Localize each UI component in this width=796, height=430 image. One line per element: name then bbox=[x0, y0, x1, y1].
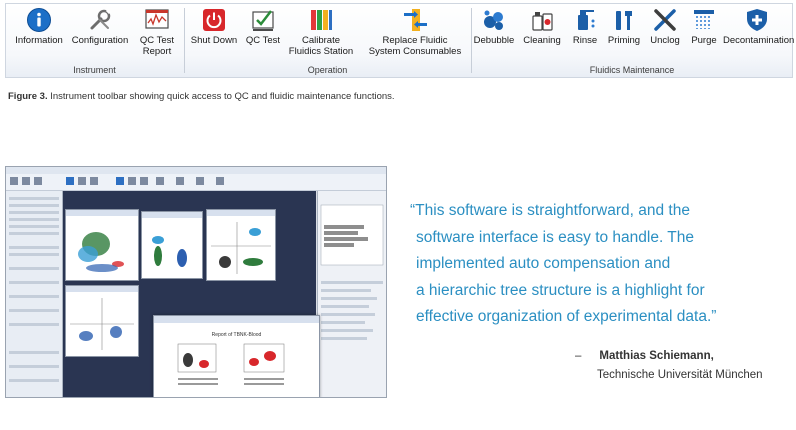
power-icon bbox=[203, 9, 225, 31]
calibrate-icon bbox=[311, 10, 332, 30]
plot-window bbox=[206, 209, 276, 281]
instrument-toolbar: Information Configuration QC Test Report… bbox=[5, 3, 795, 78]
info-icon bbox=[27, 8, 51, 32]
shut-down-label: Shut Down bbox=[190, 35, 238, 46]
replace-fluidic-label: Replace Fluidic System Consumables bbox=[368, 35, 462, 57]
screenshot-ribbon-icons bbox=[10, 177, 224, 185]
software-screenshot: Report of TBNK-Blood bbox=[5, 166, 387, 398]
calibrate-fluidics-station-button[interactable]: Calibrate Fluidics Station bbox=[285, 7, 357, 57]
purge-label: Purge bbox=[691, 35, 717, 46]
dot-plot bbox=[78, 232, 124, 272]
screenshot-ribbon bbox=[6, 174, 386, 191]
testimonial-quote: “This software is straightforward, and t… bbox=[410, 198, 790, 331]
cleaning-button[interactable]: Cleaning bbox=[520, 7, 564, 47]
rinse-label: Rinse bbox=[572, 35, 598, 46]
information-label: Information bbox=[15, 35, 63, 46]
cleaning-label: Cleaning bbox=[523, 35, 561, 46]
debubble-button[interactable]: Debubble bbox=[472, 7, 516, 47]
screenshot-right-panel-content bbox=[320, 204, 384, 340]
replace-fluidic-icon bbox=[404, 9, 427, 31]
configuration-button[interactable]: Configuration bbox=[69, 7, 131, 47]
wrench-icon bbox=[90, 8, 112, 30]
screenshot-left-panel-rows bbox=[9, 197, 59, 382]
debubble-icon bbox=[484, 10, 503, 30]
quote-line: effective organization of experimental d… bbox=[416, 308, 717, 325]
screenshot-left-panel bbox=[6, 191, 63, 397]
qc-test-icon bbox=[252, 10, 274, 31]
quote-line: software interface is easy to handle. Th… bbox=[416, 228, 695, 246]
shut-down-button[interactable]: Shut Down bbox=[188, 7, 240, 47]
priming-button[interactable]: Priming bbox=[604, 7, 644, 47]
report-window-titlebar bbox=[154, 316, 319, 323]
qc-test-button[interactable]: QC Test bbox=[241, 7, 285, 47]
decontamination-button[interactable]: Decontamination bbox=[723, 7, 795, 47]
figure-caption-text: Instrument toolbar showing quick access … bbox=[50, 91, 395, 102]
cleaning-icon bbox=[532, 12, 553, 31]
decontamination-icon bbox=[747, 9, 767, 31]
qc-report-icon bbox=[145, 9, 169, 29]
report-window: Report of TBNK-Blood bbox=[153, 315, 320, 397]
quote-line: a hierarchic tree structure is a highlig… bbox=[416, 281, 705, 299]
plot-window bbox=[65, 209, 139, 281]
group-instrument: Information Configuration QC Test Report… bbox=[6, 4, 183, 77]
information-button[interactable]: Information bbox=[14, 7, 64, 47]
quote-line: implemented auto compensation and bbox=[416, 255, 671, 272]
attribution-dash: – bbox=[575, 350, 582, 362]
group-operation: Shut Down QC Test Calibrate Fluidics Sta… bbox=[185, 4, 470, 77]
configuration-label: Configuration bbox=[71, 35, 129, 46]
plot-window bbox=[65, 285, 139, 357]
quote-attribution: – Matthias Schiemann, Technische Universi… bbox=[575, 347, 763, 385]
rinse-icon bbox=[578, 10, 595, 30]
unclog-label: Unclog bbox=[650, 35, 680, 46]
group-fluidics-maintenance-label: Fluidics Maintenance bbox=[589, 65, 675, 75]
report-title: Report of TBNK-Blood bbox=[211, 332, 262, 338]
qc-test-report-label: QC Test Report bbox=[139, 35, 175, 57]
decontamination-label: Decontamination bbox=[723, 35, 795, 46]
rinse-button[interactable]: Rinse bbox=[568, 7, 602, 47]
group-operation-label: Operation bbox=[307, 65, 348, 75]
figure-number: Figure 3. bbox=[8, 91, 48, 102]
qc-test-label: QC Test bbox=[245, 35, 281, 46]
group-instrument-label: Instrument bbox=[73, 65, 116, 75]
dot-plot bbox=[152, 236, 187, 267]
author-name: Matthias Schiemann, bbox=[599, 350, 714, 362]
plot-window bbox=[141, 211, 203, 279]
unclog-button[interactable]: Unclog bbox=[645, 7, 685, 47]
dot-plot bbox=[211, 222, 271, 274]
figure-caption: Figure 3. Instrument toolbar showing qui… bbox=[8, 91, 395, 102]
unclog-icon bbox=[654, 9, 676, 31]
debubble-label: Debubble bbox=[473, 35, 515, 46]
group-fluidics-maintenance: Debubble Cleaning Rinse Priming Unclog P… bbox=[472, 4, 795, 77]
dot-plot bbox=[70, 298, 134, 350]
calibrate-label: Calibrate Fluidics Station bbox=[288, 35, 354, 57]
report-plots bbox=[177, 343, 285, 385]
screenshot-right-panel bbox=[317, 191, 386, 397]
qc-test-report-button[interactable]: QC Test Report bbox=[134, 7, 180, 57]
replace-fluidic-consumables-button[interactable]: Replace Fluidic System Consumables bbox=[365, 7, 465, 57]
priming-label: Priming bbox=[607, 35, 641, 46]
author-affiliation: Technische Universität München bbox=[597, 369, 763, 381]
screenshot-titlebar bbox=[6, 167, 386, 174]
priming-icon bbox=[616, 11, 632, 30]
purge-icon bbox=[694, 10, 714, 29]
quote-line: “This software is straightforward, and t… bbox=[410, 202, 690, 219]
purge-button[interactable]: Purge bbox=[687, 7, 721, 47]
